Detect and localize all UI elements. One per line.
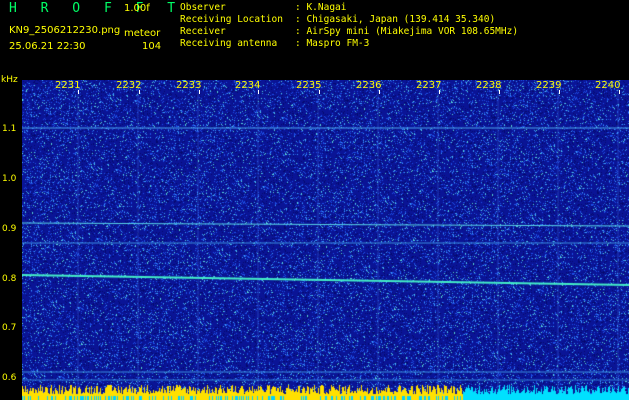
x-tick-label: 2232 xyxy=(116,80,142,91)
meteor-label: meteor xyxy=(124,28,161,39)
y-tick-label: 0.7 xyxy=(2,323,17,333)
datetime-label: 25.06.21 22:30 xyxy=(9,41,86,52)
spectrogram-canvas xyxy=(22,80,629,400)
x-tick-mark xyxy=(499,90,500,94)
y-tick-label: 0.9 xyxy=(2,224,17,234)
info-value: : Maspro FM-3 xyxy=(295,38,370,49)
y-tick-label: 1.0 xyxy=(2,174,17,184)
x-tick-label: 2236 xyxy=(356,80,382,91)
info-row-receiver: Receiver : AirSpy mini (Miakejima VOR 108… xyxy=(180,26,518,38)
x-tick-mark xyxy=(319,90,320,94)
y-tick-label: 0.8 xyxy=(2,274,17,284)
x-tick-mark xyxy=(78,90,79,94)
y-tick-label: 0.6 xyxy=(2,373,17,383)
filename-label: KN9_2506212230.png xyxy=(9,25,121,36)
x-tick-label: 2233 xyxy=(176,80,202,91)
y-tick-label: 1.1 xyxy=(2,124,17,134)
meteor-count: 104 xyxy=(142,41,162,52)
x-tick-label: 2238 xyxy=(476,80,502,91)
x-tick-mark xyxy=(439,90,440,94)
info-key: Receiving antenna xyxy=(180,38,278,49)
x-tick-label: 2234 xyxy=(235,80,261,91)
x-tick-mark xyxy=(139,90,140,94)
x-tick-mark xyxy=(619,90,620,94)
info-value: : AirSpy mini (Miakejima VOR 108.65MHz) xyxy=(295,26,519,37)
x-tick-label: 2237 xyxy=(416,80,442,91)
spectrogram-panel xyxy=(0,75,629,400)
info-row-observer: Observer : K.Nagai xyxy=(180,2,518,14)
info-key: Receiving Location xyxy=(180,14,283,25)
info-row-antenna: Receiving antenna : Maspro FM-3 xyxy=(180,38,518,50)
x-tick-label: 2231 xyxy=(55,80,81,91)
info-value: : K.Nagai xyxy=(295,2,347,13)
x-tick-label: 2235 xyxy=(296,80,322,91)
header: H R O F F T 1.00f KN9_2506212230.png met… xyxy=(0,0,629,75)
info-key: Observer xyxy=(180,2,226,13)
app-logo: H R O F F T xyxy=(9,1,184,16)
x-tick-label: 2239 xyxy=(536,80,562,91)
version-label: 1.00f xyxy=(124,3,150,14)
x-tick-mark xyxy=(559,90,560,94)
x-tick-label: 2240 xyxy=(595,80,621,91)
info-key: Receiver xyxy=(180,26,226,37)
x-tick-mark xyxy=(258,90,259,94)
x-tick-mark xyxy=(379,90,380,94)
x-tick-mark xyxy=(199,90,200,94)
info-row-location: Receiving Location : Chigasaki, Japan (13… xyxy=(180,14,518,26)
station-info: Observer : K.Nagai Receiving Location : Ch… xyxy=(180,2,518,50)
info-value: : Chigasaki, Japan (139.414 35.340) xyxy=(295,14,496,25)
